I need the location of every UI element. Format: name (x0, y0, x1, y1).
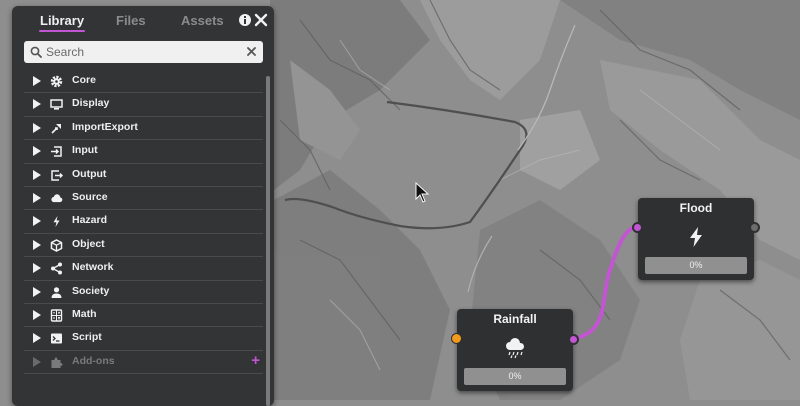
rainfall-output-port[interactable] (568, 334, 579, 345)
category-label: Object (72, 237, 105, 250)
library-panel: Library Files Assets Search Core Display… (12, 6, 274, 406)
category-label: Society (72, 284, 110, 297)
node-rainfall[interactable]: Rainfall 0% (457, 309, 573, 391)
category-list: Core Display ImportExport Input Output S… (24, 70, 263, 375)
cloud-icon (51, 194, 63, 203)
category-label: Display (72, 97, 110, 110)
close-icon[interactable] (254, 13, 268, 27)
category-output[interactable]: Output (24, 164, 263, 187)
category-math[interactable]: Math (24, 304, 263, 328)
output-icon (51, 169, 63, 181)
expand-arrow-icon[interactable] (33, 263, 41, 274)
import-export-icon (51, 123, 61, 134)
expand-arrow-icon[interactable] (33, 146, 41, 157)
share-icon (51, 262, 62, 275)
person-icon (51, 286, 62, 298)
category-source[interactable]: Source (24, 187, 263, 211)
category-label: Network (72, 261, 114, 274)
rainfall-input-port[interactable] (451, 333, 462, 344)
node-title: Flood (679, 201, 713, 215)
expand-arrow-icon[interactable] (33, 169, 41, 180)
category-network[interactable]: Network (24, 257, 263, 281)
expand-arrow-icon[interactable] (33, 356, 41, 367)
category-label: ImportExport (72, 120, 138, 133)
category-core[interactable]: Core (24, 70, 263, 94)
expand-arrow-icon[interactable] (33, 309, 41, 320)
expand-arrow-icon[interactable] (33, 122, 41, 133)
calculator-icon (50, 309, 63, 322)
panel-tabs: Library Files Assets (12, 6, 274, 36)
expand-arrow-icon[interactable] (33, 192, 41, 203)
expand-arrow-icon[interactable] (33, 239, 41, 250)
category-object[interactable]: Object (24, 234, 263, 258)
gear-icon (50, 75, 63, 88)
category-label: Add-ons (72, 354, 115, 367)
category-script[interactable]: Script (24, 327, 263, 351)
active-tab-indicator (39, 30, 85, 32)
category-label: Output (72, 167, 107, 180)
category-input[interactable]: Input (24, 140, 263, 164)
tab-assets[interactable]: Assets (181, 13, 224, 28)
list-scrollbar[interactable] (266, 76, 270, 406)
flood-output-port[interactable] (749, 222, 760, 233)
expand-arrow-icon[interactable] (33, 76, 41, 86)
terminal-icon (51, 333, 62, 344)
expand-arrow-icon[interactable] (33, 99, 41, 110)
node-title: Rainfall (493, 312, 537, 326)
category-society[interactable]: Society (24, 281, 263, 304)
category-add-ons[interactable]: Add-ons + (24, 351, 263, 375)
rain-cloud-icon (506, 338, 524, 359)
info-icon[interactable] (238, 13, 252, 27)
add-addon-button[interactable]: + (251, 352, 260, 369)
category-label: Core (72, 74, 96, 86)
input-icon (51, 146, 62, 157)
bolt-icon (690, 227, 702, 247)
bolt-icon (53, 216, 60, 228)
node-flood[interactable]: Flood 0% (638, 198, 754, 280)
tab-library[interactable]: Library (40, 13, 84, 28)
category-label: Input (72, 144, 98, 157)
search-input[interactable] (46, 41, 241, 63)
expand-arrow-icon[interactable] (33, 216, 41, 227)
clear-search-icon[interactable] (246, 46, 257, 57)
puzzle-icon (51, 357, 63, 368)
node-progress-bar: 0% (464, 368, 566, 385)
category-importexport[interactable]: ImportExport (24, 117, 263, 141)
category-label: Script (72, 331, 102, 344)
category-label: Hazard (72, 214, 108, 227)
category-label: Math (72, 307, 97, 320)
cube-icon (50, 238, 63, 252)
tab-files[interactable]: Files (116, 13, 146, 28)
category-hazard[interactable]: Hazard (24, 210, 263, 234)
expand-arrow-icon[interactable] (33, 286, 41, 297)
search-box (24, 41, 263, 63)
category-display[interactable]: Display (24, 93, 263, 117)
expand-arrow-icon[interactable] (33, 333, 41, 344)
node-progress-bar: 0% (645, 257, 747, 274)
flood-input-port[interactable] (632, 222, 643, 233)
search-icon (30, 46, 42, 58)
category-label: Source (72, 190, 108, 203)
monitor-icon (50, 99, 63, 110)
